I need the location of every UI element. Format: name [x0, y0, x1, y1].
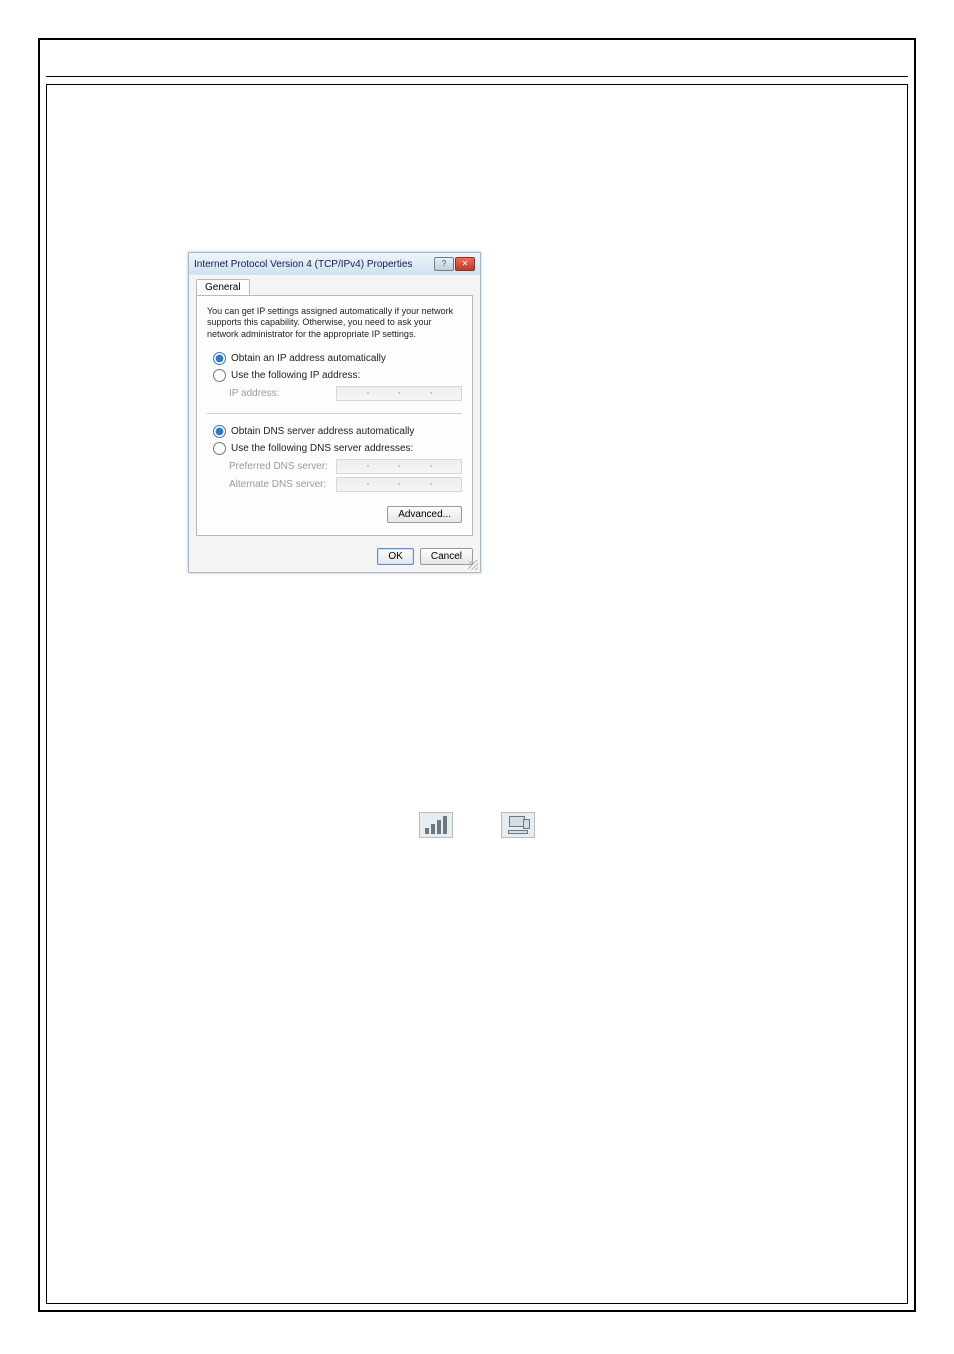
tab-general[interactable]: General: [196, 279, 250, 295]
preferred-dns-row: Preferred DNS server:: [229, 459, 462, 474]
page-frame-inner: Internet Protocol Version 4 (TCP/IPv4) P…: [46, 84, 908, 1304]
dialog-buttons: OK Cancel: [189, 542, 480, 572]
titlebar[interactable]: Internet Protocol Version 4 (TCP/IPv4) P…: [189, 253, 480, 275]
dialog-body: General You can get IP settings assigned…: [189, 275, 480, 542]
page-frame-outer: Internet Protocol Version 4 (TCP/IPv4) P…: [38, 38, 916, 1312]
wireless-signal-icon[interactable]: [419, 812, 453, 838]
radio-use-ip-manual-label: Use the following IP address:: [231, 370, 360, 381]
radio-obtain-dns-auto-input[interactable]: [213, 425, 226, 438]
tab-row: General: [196, 279, 473, 295]
resize-grip-icon[interactable]: [468, 560, 478, 570]
advanced-row: Advanced...: [207, 504, 462, 523]
preferred-dns-label: Preferred DNS server:: [229, 461, 328, 472]
help-button[interactable]: ?: [434, 257, 454, 271]
ip-address-row: IP address:: [229, 386, 462, 401]
window-buttons: ? ✕: [434, 257, 475, 271]
description-text: You can get IP settings assigned automat…: [207, 306, 462, 340]
tcpip-properties-dialog: Internet Protocol Version 4 (TCP/IPv4) P…: [188, 252, 481, 573]
radio-use-dns-manual[interactable]: Use the following DNS server addresses:: [213, 442, 462, 455]
advanced-button[interactable]: Advanced...: [387, 506, 462, 523]
radio-obtain-ip-auto[interactable]: Obtain an IP address automatically: [213, 352, 462, 365]
radio-obtain-dns-auto-label: Obtain DNS server address automatically: [231, 426, 414, 437]
radio-use-dns-manual-input[interactable]: [213, 442, 226, 455]
radio-obtain-ip-auto-input[interactable]: [213, 352, 226, 365]
group-divider: [207, 413, 462, 414]
ip-settings-group: Obtain an IP address automatically Use t…: [207, 352, 462, 401]
radio-obtain-ip-auto-label: Obtain an IP address automatically: [231, 353, 386, 364]
tray-icon-row: [47, 812, 907, 838]
alternate-dns-field: [336, 477, 462, 492]
radio-use-ip-manual-input[interactable]: [213, 369, 226, 382]
preferred-dns-field: [336, 459, 462, 474]
header-separator: [46, 76, 908, 77]
ok-button[interactable]: OK: [377, 548, 413, 565]
radio-use-dns-manual-label: Use the following DNS server addresses:: [231, 443, 413, 454]
alternate-dns-label: Alternate DNS server:: [229, 479, 326, 490]
window-title: Internet Protocol Version 4 (TCP/IPv4) P…: [194, 259, 412, 270]
ip-address-label: IP address:: [229, 388, 279, 399]
close-button[interactable]: ✕: [455, 257, 475, 271]
cancel-button[interactable]: Cancel: [420, 548, 473, 565]
tab-pane-general: You can get IP settings assigned automat…: [196, 295, 473, 536]
network-adapter-icon[interactable]: [501, 812, 535, 838]
alternate-dns-row: Alternate DNS server:: [229, 477, 462, 492]
ip-address-field: [336, 386, 462, 401]
dns-settings-group: Obtain DNS server address automatically …: [207, 425, 462, 492]
radio-use-ip-manual[interactable]: Use the following IP address:: [213, 369, 462, 382]
radio-obtain-dns-auto[interactable]: Obtain DNS server address automatically: [213, 425, 462, 438]
